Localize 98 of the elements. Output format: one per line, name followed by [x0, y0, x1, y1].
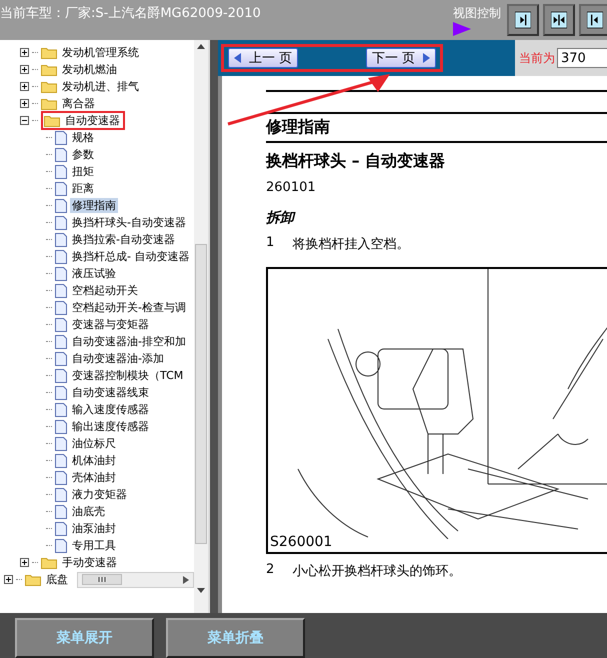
tree-item[interactable]: 自动变速器线束 — [70, 385, 151, 400]
tree-item[interactable]: 输入速度传感器 — [70, 402, 151, 417]
document-icon — [55, 266, 67, 280]
document-icon — [55, 334, 67, 348]
tree-item[interactable]: 空档起动开关-检查与调 — [70, 300, 188, 315]
document-icon — [55, 216, 67, 230]
document-icon — [55, 470, 67, 484]
document-icon — [55, 284, 67, 298]
tree-item[interactable]: 底盘 — [44, 572, 70, 587]
next-page-button[interactable]: 下一 页 — [366, 48, 436, 68]
document-icon — [55, 148, 67, 162]
document-icon — [55, 182, 67, 196]
folder-icon — [41, 556, 57, 569]
step-number: 1 — [266, 235, 274, 252]
tree-item[interactable]: 发动机管理系统 — [60, 45, 141, 60]
scroll-down-arrow-icon[interactable] — [197, 588, 205, 593]
expand-toggle-icon[interactable] — [20, 65, 29, 74]
document-icon — [55, 352, 67, 366]
tree-item[interactable]: 油位标尺 — [70, 436, 118, 451]
collapse-toggle-icon[interactable] — [20, 116, 29, 125]
document-icon — [55, 504, 67, 518]
section-heading: 修理指南 — [266, 112, 607, 143]
document-icon — [55, 164, 67, 178]
tree-item[interactable]: 发动机进、排气 — [60, 79, 141, 94]
tree-item[interactable]: 机体油封 — [70, 453, 118, 468]
step-text: 小心松开换档杆球头的饰环。 — [292, 563, 462, 580]
view-button[interactable] — [543, 4, 575, 36]
scroll-up-arrow-icon[interactable] — [197, 44, 205, 49]
right-arrow-icon — [423, 53, 430, 63]
tree-item[interactable]: 自动变速器油-添加 — [70, 351, 166, 366]
folder-icon — [25, 573, 41, 586]
folder-icon — [41, 63, 57, 76]
tree-item[interactable]: 油泵油封 — [70, 521, 118, 536]
document-icon — [55, 402, 67, 416]
subheading: 拆卸 — [266, 209, 296, 227]
tree-item[interactable]: 油底壳 — [70, 504, 107, 519]
tree-item[interactable]: 专用工具 — [70, 538, 118, 553]
expand-toggle-icon[interactable] — [20, 82, 29, 91]
tree-item[interactable]: 参数 — [70, 147, 96, 162]
document-icon — [55, 454, 67, 468]
expand-toggle-icon[interactable] — [20, 99, 29, 108]
window-title: 当前车型：厂家:S-上汽名爵MG62009-2010 — [0, 5, 262, 22]
view-button[interactable] — [579, 4, 607, 36]
tree-item[interactable]: 变速器与变矩器 — [70, 317, 151, 332]
tree-item[interactable]: 液压试验 — [70, 266, 118, 281]
tree-item[interactable]: 距离 — [70, 181, 96, 196]
document-icon — [55, 250, 67, 264]
document-icon — [55, 436, 67, 450]
left-arrow-icon — [234, 53, 241, 63]
step-number: 2 — [266, 562, 274, 579]
figure-caption: S260001 — [269, 534, 334, 552]
tree-item[interactable]: 修理指南 — [70, 198, 118, 213]
document-icon — [55, 368, 67, 382]
expand-toggle-icon[interactable] — [20, 48, 29, 57]
tree-item[interactable]: 扭矩 — [70, 164, 96, 179]
folder-icon — [41, 46, 57, 59]
document-icon — [55, 538, 67, 552]
document-title: 换档杆球头 – 自动变速器 — [266, 151, 446, 172]
folder-icon — [41, 97, 57, 110]
view-button[interactable] — [507, 4, 539, 36]
tree-item[interactable]: 自动变速器 — [63, 113, 122, 128]
tree-item[interactable]: 换挡拉索-自动变速器 — [70, 232, 177, 247]
document-icon — [55, 522, 67, 536]
expand-toggle-icon[interactable] — [4, 575, 13, 584]
tree-item[interactable]: 空档起动开关 — [70, 283, 140, 298]
current-page-label: 当前为 — [519, 50, 555, 66]
horizontal-scrollbar[interactable] — [77, 572, 194, 588]
triangle-pointer-icon — [453, 22, 471, 36]
document-icon — [55, 198, 67, 212]
document-icon — [55, 488, 67, 502]
tree-item[interactable]: 离合器 — [60, 96, 97, 111]
view-control-label: 视图控制 — [453, 5, 501, 22]
document-icon — [55, 420, 67, 434]
scroll-right-arrow-icon[interactable] — [183, 576, 189, 584]
tree-item[interactable]: 自动变速器油-排空和加 — [70, 334, 188, 349]
document-icon — [55, 300, 67, 314]
tree-item[interactable]: 换挡杆总成- 自动变速器 — [70, 249, 192, 264]
tree-item[interactable]: 输出速度传感器 — [70, 419, 151, 434]
tree-item[interactable]: 手动变速器 — [60, 555, 119, 570]
tree-item[interactable]: 液力变矩器 — [70, 487, 129, 502]
document-icon — [55, 318, 67, 332]
document-icon — [55, 130, 67, 144]
expand-toggle-icon[interactable] — [20, 558, 29, 567]
tree-item[interactable]: 规格 — [70, 130, 96, 145]
tree-item[interactable]: 变速器控制模块（TCM — [70, 368, 186, 383]
page-number-field[interactable]: 370 — [557, 48, 607, 68]
document-code: 260101 — [266, 180, 317, 195]
step-text: 将换档杆挂入空档。 — [292, 236, 410, 253]
scrollbar-thumb[interactable] — [82, 574, 122, 585]
tree-item[interactable]: 壳体油封 — [70, 470, 118, 485]
previous-page-button[interactable]: 上一 页 — [228, 48, 298, 68]
tree-item[interactable]: 换挡杆球头-自动变速器 — [70, 215, 188, 230]
document-icon — [55, 386, 67, 400]
tree-item[interactable]: 发动机燃油 — [60, 62, 119, 77]
folder-icon — [44, 114, 60, 127]
scrollbar-thumb[interactable] — [195, 244, 207, 544]
folder-icon — [41, 80, 57, 93]
document-icon — [55, 232, 67, 246]
